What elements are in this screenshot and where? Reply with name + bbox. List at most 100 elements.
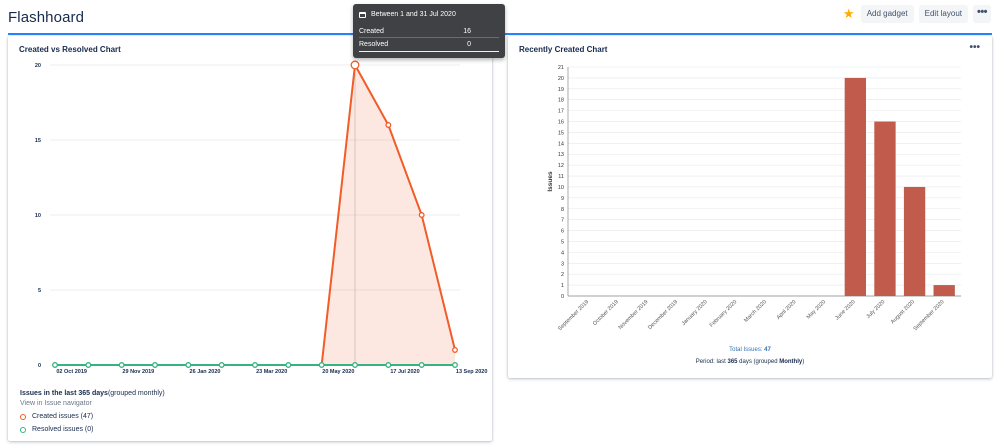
x-tick-label: August 2020 [890, 299, 916, 325]
legend-heading-rest: (grouped monthly) [107, 390, 165, 397]
page-title: Flashhoard [8, 9, 85, 26]
resolved-point [385, 362, 392, 368]
y-tick-label: 0 [38, 363, 41, 369]
y-tick-label: 20 [35, 63, 41, 69]
y-tick-label: 10 [35, 213, 41, 219]
resolved-point [252, 362, 258, 368]
y-tick-label: 5 [38, 288, 41, 294]
y-tick-label: 17 [558, 109, 564, 115]
resolved-point [418, 362, 425, 368]
tooltip-resolved-label: Resolved [359, 41, 389, 48]
y-tick-label: 19 [558, 87, 564, 93]
created-vs-resolved-gadget: Created vs Resolved Chart 0 5 10 15 20 02 Oct… [8, 36, 492, 441]
recently-created-chart: 0123456789101112131415161718192021Issues… [547, 65, 961, 332]
star-icon[interactable]: ★ [842, 6, 856, 22]
x-tick-label: February 2020 [709, 299, 739, 329]
x-tick-label: September 2020 [913, 299, 946, 332]
x-tick-label: 20 May 2020 [322, 369, 354, 375]
x-tick-label: January 2020 [681, 299, 709, 327]
x-tick-label: March 2020 [743, 299, 768, 324]
y-tick-label: 11 [558, 174, 564, 180]
y-tick-label: 12 [558, 163, 564, 169]
x-tick-label: July 2020 [865, 299, 886, 320]
x-tick-label: 13 Sep 2020 [456, 369, 488, 375]
tooltip-created-label: Created [359, 28, 384, 35]
bar [903, 186, 926, 296]
resolved-point [218, 362, 225, 368]
y-tick-label: 3 [561, 261, 564, 267]
resolved-point [118, 362, 125, 368]
legend-resolved-label: Resolved issues (0) [32, 426, 94, 433]
tooltip-resolved-value: 0 [467, 41, 471, 48]
add-gadget-button[interactable]: Add gadget [860, 5, 914, 23]
y-tick-label: 15 [35, 138, 41, 144]
resolved-point [285, 362, 292, 368]
resolved-point [152, 362, 158, 368]
y-tick-label: 20 [558, 76, 564, 82]
legend-created[interactable]: Created issues (47) [20, 413, 165, 420]
y-tick-label: 18 [558, 98, 564, 104]
legend-resolved[interactable]: Resolved issues (0) [20, 426, 165, 433]
total-issues-label: Total Issues: [729, 347, 765, 353]
bar [874, 121, 896, 297]
x-tick-label: 23 Mar 2020 [256, 369, 287, 375]
y-tick-label: 0 [561, 294, 564, 300]
y-tick-label: 8 [561, 207, 564, 213]
y-tick-label: 6 [561, 229, 564, 235]
x-tick-label: December 2019 [647, 299, 679, 331]
y-tick-label: 15 [558, 130, 564, 136]
legend-heading: Issues in the last 365 days(grouped mont… [20, 390, 165, 397]
created-point [385, 122, 392, 128]
resolved-point [352, 362, 358, 368]
y-tick-label: 13 [558, 152, 564, 158]
edit-layout-button[interactable]: Edit layout [918, 5, 968, 23]
total-issues[interactable]: Total Issues: 47 [508, 347, 992, 353]
created-point [452, 347, 458, 353]
y-tick-label: 9 [561, 196, 564, 202]
y-tick-label: 1 [561, 283, 564, 289]
x-tick-label: 26 Jan 2020 [190, 369, 221, 375]
resolved-point [52, 362, 58, 368]
period-post: ) [802, 359, 805, 365]
y-tick-label: 10 [558, 185, 564, 191]
period-group: Monthly [779, 359, 803, 365]
created-point [350, 60, 360, 70]
y-tick-label: 2 [561, 272, 564, 278]
resolved-dot-icon [20, 426, 26, 433]
chart-tooltip: Between 1 and 31 Jul 2020 Created 16 Reso… [353, 4, 505, 58]
more-actions-button[interactable]: ••• [973, 5, 991, 23]
bar [933, 285, 955, 296]
tooltip-resolved-underline [359, 51, 499, 52]
y-tick-label: 7 [561, 218, 564, 224]
tooltip-resolved-row: Resolved 0 [359, 41, 499, 48]
chart-legend: Issues in the last 365 days(grouped mont… [20, 390, 165, 433]
y-tick-label: 14 [558, 141, 564, 147]
x-tick-label: November 2019 [618, 299, 650, 331]
y-tick-label: 4 [561, 250, 564, 256]
x-tick-label: June 2020 [834, 299, 856, 321]
total-issues-value: 47 [764, 347, 771, 353]
created-point [418, 212, 425, 218]
bar [844, 77, 867, 297]
legend-heading-bold: Issues in the last 365 days [20, 390, 108, 397]
resolved-point [185, 362, 192, 368]
resolved-point [85, 362, 92, 368]
y-axis-label: Issues [547, 171, 554, 192]
x-tick-label: September 2019 [557, 299, 590, 332]
tooltip-created-row: Created 16 [359, 28, 499, 35]
issue-navigator-link[interactable]: View in Issue navigator [20, 400, 165, 407]
x-tick-label: October 2019 [592, 299, 620, 327]
recently-created-gadget: Recently Created Chart ••• 0 1 2 3 4 5 6 7 8 9 10 1… [508, 36, 992, 378]
tooltip-created-underline [359, 37, 499, 38]
created-vs-resolved-chart: 0 5 10 15 20 02 Oct 2019 29 Nov 2019 26 Jan 202… [35, 60, 488, 375]
x-tick-label: 29 Nov 2019 [122, 369, 154, 375]
legend-created-label: Created issues (47) [32, 413, 94, 420]
resolved-point [452, 362, 458, 368]
x-tick-label: 17 Jul 2020 [390, 369, 419, 375]
y-tick-label: 5 [561, 239, 564, 245]
period-mid: days (grouped [737, 359, 780, 365]
period-text: Period: last 365 days (grouped Monthly) [508, 359, 992, 365]
x-tick-label: 02 Oct 2019 [56, 369, 87, 375]
calendar-icon [359, 11, 366, 18]
x-tick-label: May 2020 [806, 299, 827, 320]
